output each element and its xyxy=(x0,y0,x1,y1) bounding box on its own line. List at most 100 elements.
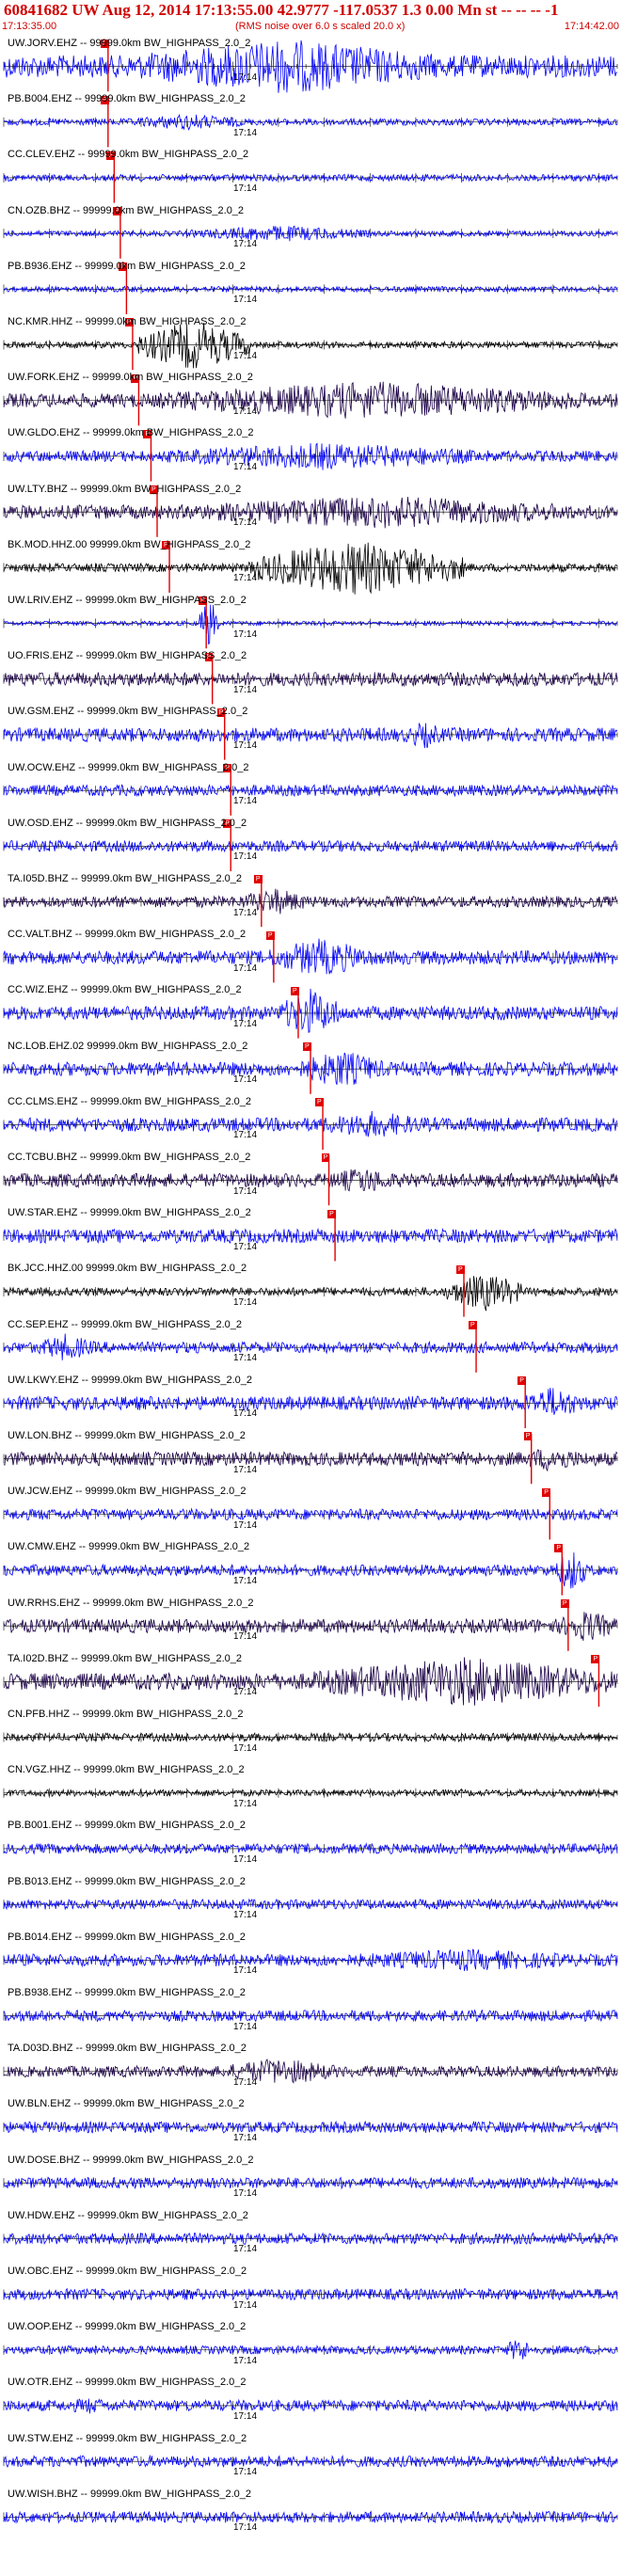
phase-pick-marker: P xyxy=(591,1655,600,1664)
station-label: PB.B936.EHZ -- 99999.0km BW_HIGHPASS_2.0… xyxy=(8,260,246,272)
waveform-line xyxy=(3,542,618,595)
station-label: NC.LOB.EHZ.02 99999.0km BW_HIGHPASS_2.0_… xyxy=(8,1040,248,1052)
station-label: UW.STW.EHZ -- 99999.0km BW_HIGHPASS_2.0_… xyxy=(8,2432,247,2444)
waveform-line xyxy=(3,723,618,749)
trace-34 xyxy=(3,1948,618,1971)
minute-mark-label: 17:14 xyxy=(233,1185,258,1197)
trace-43 xyxy=(3,2454,618,2469)
minute-mark-label: 17:14 xyxy=(233,1241,258,1252)
waveform-line xyxy=(3,442,618,470)
trace-42 xyxy=(3,2398,618,2414)
start-time: 17:13:35.00 xyxy=(2,21,57,32)
station-label: UW.CMW.EHZ -- 99999.0km BW_HIGHPASS_2.0_… xyxy=(8,1541,250,1553)
seismogram-panel: P UW.JORV.EHZ -- 99999.0km BW_HIGHPASS_2.… xyxy=(0,0,621,2576)
minute-mark-label: 17:14 xyxy=(233,684,258,695)
minute-mark-label: 17:14 xyxy=(233,2021,258,2032)
phase-pick-marker: P xyxy=(518,1376,526,1386)
trace-35 xyxy=(3,2009,618,2023)
minute-mark-label: 17:14 xyxy=(233,2355,258,2366)
waveform-line xyxy=(3,2176,618,2190)
minute-mark-label: 17:14 xyxy=(233,1631,258,1643)
trace-38 xyxy=(3,2176,618,2190)
minute-mark-label: 17:14 xyxy=(233,1687,258,1698)
minute-mark-label: 17:14 xyxy=(233,573,258,584)
phase-pick-marker: P xyxy=(554,1543,563,1552)
station-label: CC.VALT.BHZ -- 99999.0km BW_HIGHPASS_2.0… xyxy=(8,929,247,941)
minute-mark-label: 17:14 xyxy=(233,2244,258,2255)
station-label: NC.KMR.HHZ -- 99999.0km BW_HIGHPASS_2.0_… xyxy=(8,316,247,327)
station-label: UW.JCW.EHZ -- 99999.0km BW_HIGHPASS_2.0_… xyxy=(8,1486,247,1498)
trace-40 xyxy=(3,2287,618,2301)
minute-mark-label: 17:14 xyxy=(233,739,258,751)
minute-mark-label: 17:14 xyxy=(233,1408,258,1420)
minute-mark-label: 17:14 xyxy=(233,350,258,361)
station-label: TA.I05D.BHZ -- 99999.0km BW_HIGHPASS_2.0… xyxy=(8,873,243,884)
station-label: CC.WIZ.EHZ -- 99999.0km BW_HIGHPASS_2.0_… xyxy=(8,984,242,996)
minute-mark-label: 17:14 xyxy=(233,907,258,918)
minute-mark-label: 17:14 xyxy=(233,1575,258,1586)
station-label: UW.LRIV.EHZ -- 99999.0km BW_HIGHPASS_2.0… xyxy=(8,595,247,606)
minute-mark-label: 17:14 xyxy=(233,851,258,863)
waveform-line xyxy=(3,2454,618,2469)
waveform-canvas xyxy=(3,40,618,2524)
station-label: UW.OBC.EHZ -- 99999.0km BW_HIGHPASS_2.0_… xyxy=(8,2266,247,2277)
station-label: PB.B013.EHZ -- 99999.0km BW_HIGHPASS_2.0… xyxy=(8,1875,246,1887)
station-label: UW.OTR.EHZ -- 99999.0km BW_HIGHPASS_2.0_… xyxy=(8,2377,247,2389)
trace-33 xyxy=(3,1898,618,1911)
station-label: CC.SEP.EHZ -- 99999.0km BW_HIGHPASS_2.0_… xyxy=(8,1318,243,1330)
station-label: CC.CLMS.EHZ -- 99999.0km BW_HIGHPASS_2.0… xyxy=(8,1095,251,1107)
minute-mark-label: 17:14 xyxy=(233,2467,258,2478)
trace-37 xyxy=(3,2120,618,2135)
waveform-line xyxy=(3,381,618,419)
trace-39 xyxy=(3,2232,618,2246)
waveform-line xyxy=(3,2059,618,2084)
minute-mark-label: 17:14 xyxy=(233,2410,258,2422)
phase-pick-marker: P xyxy=(290,986,299,995)
waveform-line xyxy=(3,604,618,645)
station-label: UW.FORK.EHZ -- 99999.0km BW_HIGHPASS_2.0… xyxy=(8,372,253,384)
minute-mark-label: 17:14 xyxy=(233,2522,258,2534)
phase-pick-marker: P xyxy=(315,1098,324,1107)
station-label: UW.BLN.EHZ -- 99999.0km BW_HIGHPASS_2.0_… xyxy=(8,2098,245,2110)
minute-mark-label: 17:14 xyxy=(233,2188,258,2200)
station-label: UW.OCW.EHZ -- 99999.0km BW_HIGHPASS_2.0_… xyxy=(8,761,249,773)
waveform-line xyxy=(3,1449,618,1472)
trace-31 xyxy=(3,1788,618,1798)
station-label: UO.FRIS.EHZ -- 99999.0km BW_HIGHPASS_2.0… xyxy=(8,650,247,662)
station-label: UW.DOSE.BHZ -- 99999.0km BW_HIGHPASS_2.0… xyxy=(8,2154,254,2166)
phase-pick-marker: P xyxy=(469,1321,477,1330)
waveform-line xyxy=(3,1333,618,1360)
phase-pick-marker: P xyxy=(542,1487,550,1497)
phase-pick-marker: P xyxy=(321,1153,330,1163)
minute-mark-label: 17:14 xyxy=(233,796,258,807)
waveform-line xyxy=(3,1110,618,1137)
minute-mark-label: 17:14 xyxy=(233,962,258,974)
station-label: PB.B014.EHZ -- 99999.0km BW_HIGHPASS_2.0… xyxy=(8,1931,246,1943)
trace-30 xyxy=(3,1731,618,1743)
trace-44 xyxy=(3,2510,618,2524)
minute-mark-label: 17:14 xyxy=(233,1853,258,1865)
minute-mark-label: 17:14 xyxy=(233,127,258,138)
minute-mark-label: 17:14 xyxy=(233,239,258,250)
minute-mark-label: 17:14 xyxy=(233,1018,258,1029)
station-label: PB.B004.EHZ -- 99999.0km BW_HIGHPASS_2.0… xyxy=(8,93,246,105)
station-label: CC.TCBU.BHZ -- 99999.0km BW_HIGHPASS_2.0… xyxy=(8,1152,251,1163)
minute-mark-label: 17:14 xyxy=(233,2076,258,2088)
station-label: UW.LTY.BHZ -- 99999.0km BW_HIGHPASS_2.0_… xyxy=(8,483,242,495)
minute-mark-label: 17:14 xyxy=(233,2132,258,2143)
minute-mark-label: 17:14 xyxy=(233,1965,258,1977)
minute-mark-label: 17:14 xyxy=(233,1742,258,1754)
event-title: 60841682 UW Aug 12, 2014 17:13:55.00 42.… xyxy=(4,1,559,19)
station-label: TA.I02D.BHZ -- 99999.0km BW_HIGHPASS_2.0… xyxy=(8,1652,243,1664)
minute-mark-label: 17:14 xyxy=(233,72,258,83)
trace-41 xyxy=(3,2340,618,2360)
station-label: UW.OOP.EHZ -- 99999.0km BW_HIGHPASS_2.0_… xyxy=(8,2321,247,2333)
phase-pick-marker: P xyxy=(327,1209,336,1218)
station-label: BK.JCC.HHZ.00 99999.0km BW_HIGHPASS_2.0_… xyxy=(8,1263,247,1275)
station-label: PB.B938.EHZ -- 99999.0km BW_HIGHPASS_2.0… xyxy=(8,1987,246,1998)
station-label: UW.LKWY.EHZ -- 99999.0km BW_HIGHPASS_2.0… xyxy=(8,1374,253,1386)
rms-note: (RMS noise over 6.0 s scaled 20.0 x) xyxy=(235,21,406,32)
minute-mark-label: 17:14 xyxy=(233,517,258,529)
phase-pick-marker: P xyxy=(456,1264,465,1274)
station-label: CN.OZB.BHZ -- 99999.0km BW_HIGHPASS_2.0_… xyxy=(8,204,245,216)
